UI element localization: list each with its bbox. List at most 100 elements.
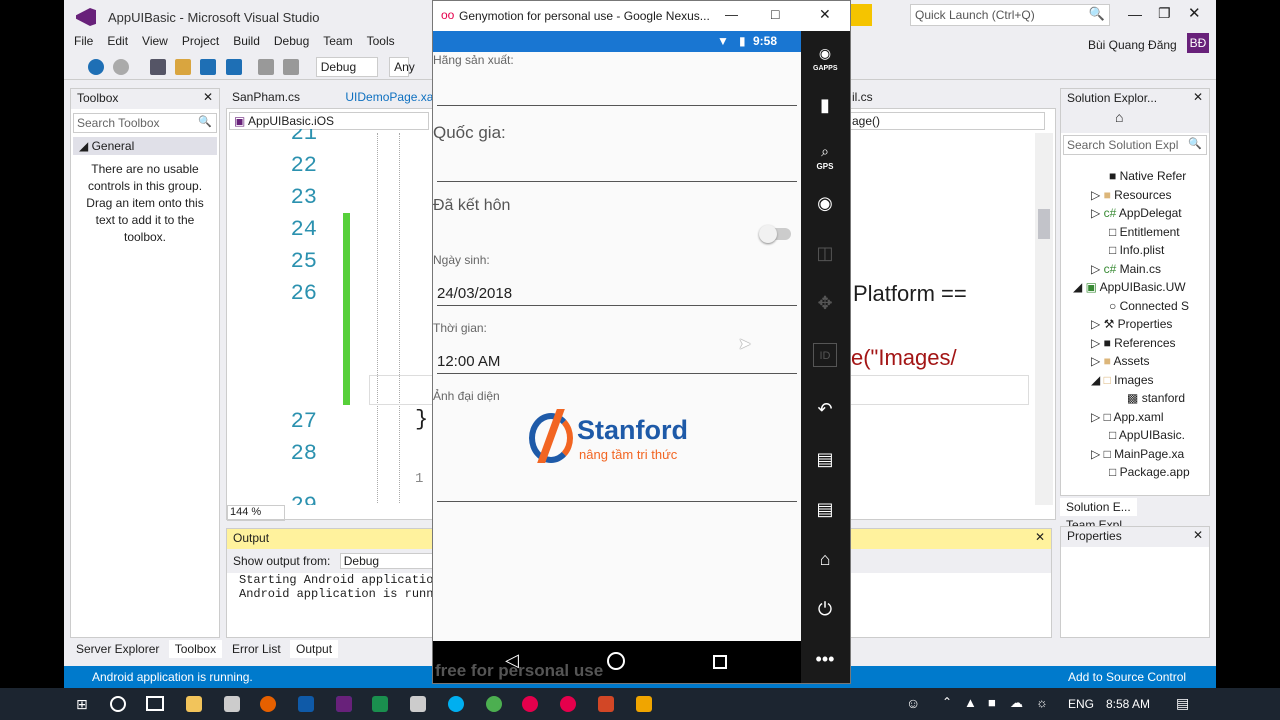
project-combo[interactable]: ▣ AppUIBasic.iOS [229,112,429,130]
app-icon[interactable] [636,696,652,712]
tree-item[interactable]: ◢ ▣ AppUIBasic.UW [1061,278,1199,297]
tree-item[interactable]: ▷ □ MainPage.xa [1061,445,1199,464]
id-icon[interactable]: ID [813,343,837,367]
manufacturer-input[interactable] [437,105,797,106]
close-icon[interactable]: ✕ [1035,530,1045,544]
tab-toolbox[interactable]: Toolbox [168,640,223,658]
recent-apps-icon[interactable]: ▤ [813,447,837,471]
minimize-button[interactable]: — [725,7,738,22]
tree-item[interactable]: ▷ ⚒ Properties [1061,315,1199,334]
menu-view[interactable]: View [142,34,168,48]
close-icon[interactable]: ✕ [203,90,213,104]
toolbox-search[interactable]: Search Toolbox 🔍 [73,113,217,133]
open-file-icon[interactable] [175,59,192,75]
tray-icon[interactable]: ▲ [964,695,977,710]
tree-item[interactable]: ▩ stanford [1061,389,1199,408]
battery-icon[interactable]: ▮ [813,93,837,117]
app-icon[interactable] [224,696,240,712]
back-icon[interactable]: ↶ [813,397,837,421]
tree-item[interactable]: ▷ ■ Resources [1061,186,1199,205]
task-view-icon[interactable] [146,696,164,711]
tree-item[interactable]: ▷ ■ Assets [1061,352,1199,371]
redo-icon[interactable] [283,59,300,75]
tree-item[interactable]: □ Info.plist [1061,241,1199,260]
editor-scrollbar[interactable] [1035,133,1053,505]
camtasia-icon[interactable] [372,696,388,712]
cortana-icon[interactable] [110,696,126,712]
taskbar-clock[interactable]: 8:58 AM [1106,697,1150,711]
restore-button[interactable]: ❐ [1158,5,1171,22]
close-icon[interactable]: ✕ [1193,90,1203,104]
minimize-button[interactable]: — [1128,6,1142,22]
home-icon[interactable]: ⌂ [1115,109,1123,125]
user-name[interactable]: Bùi Quang Đăng [1088,38,1177,52]
menu-team[interactable]: Team [323,34,352,48]
webcam-icon[interactable]: ◉ [813,191,837,215]
tray-chevron-icon[interactable]: ⌃ [942,695,952,709]
back-nav-icon[interactable]: ◁ [505,650,519,671]
close-button[interactable]: ✕ [1188,4,1201,22]
tab-error-list[interactable]: Error List [226,640,287,658]
input-language[interactable]: ENG [1068,697,1094,711]
tree-item[interactable]: ▷ ■ References [1061,334,1199,353]
tree-item[interactable]: ■ Native Refer [1061,167,1199,186]
tree-item[interactable]: ▷ c# Main.cs [1061,260,1199,279]
tray-icon[interactable]: ■ [988,695,996,710]
gapps-icon[interactable]: ◉ GAPPS [813,41,838,72]
config-combo[interactable]: Debug [315,57,378,77]
tree-item[interactable]: ◢ □ Images [1061,371,1199,390]
gps-icon[interactable]: ⌕ GPS [813,139,837,171]
scroll-thumb[interactable] [1038,209,1050,239]
mail-icon[interactable] [298,696,314,712]
source-control-button[interactable]: Add to Source Control [1068,670,1186,684]
undo-icon[interactable] [258,59,275,75]
save-all-icon[interactable] [225,59,242,75]
user-avatar[interactable]: BĐ [1187,33,1209,53]
tab-server-explorer[interactable]: Server Explorer [70,640,165,658]
toolbox-group-general[interactable]: ◢ General [73,137,217,155]
zoom-combo[interactable]: 144 % [227,505,285,521]
tree-item[interactable]: ▷ □ App.xaml [1061,408,1199,427]
chrome-icon[interactable] [486,696,502,712]
menu-edit[interactable]: Edit [107,34,128,48]
skype-icon[interactable] [448,696,464,712]
maximize-button[interactable]: □ [771,6,779,22]
app-icon[interactable] [410,696,426,712]
network-icon[interactable]: ☼ [1036,695,1048,710]
powerpoint-icon[interactable] [598,696,614,712]
save-icon[interactable] [200,59,217,75]
time-picker[interactable]: 12:00 AM [437,353,500,370]
people-icon[interactable]: ☺ [906,695,920,711]
start-icon[interactable]: ⊞ [76,696,88,713]
genymotion-device-icon[interactable] [560,696,576,712]
explorer-icon[interactable] [186,696,202,712]
solution-search[interactable]: Search Solution Expl 🔍 [1063,135,1207,155]
firefox-icon[interactable] [260,696,276,712]
tree-item[interactable]: □ Package.app [1061,463,1199,482]
back-icon[interactable] [88,59,104,75]
close-button[interactable]: ✕ [819,6,831,23]
tree-item[interactable]: ○ Connected S [1061,297,1199,316]
home-icon[interactable]: ⌂ [813,547,837,571]
tree-item[interactable]: □ Entitlement [1061,223,1199,242]
action-center-icon[interactable]: ▤ [1176,695,1189,712]
birth-date-picker[interactable]: 24/03/2018 [437,285,512,302]
menu-build[interactable]: Build [233,34,260,48]
tab-solution-explorer[interactable]: Solution E... [1060,498,1137,516]
married-switch[interactable] [759,225,791,243]
tree-item[interactable]: ▷ c# AppDelegat [1061,204,1199,223]
recents-nav-icon[interactable] [713,655,727,669]
tab-uidemopage[interactable]: UIDemoPage.xa [339,88,439,106]
home-nav-icon[interactable] [607,652,625,670]
menu-icon[interactable]: ▤ [813,497,837,521]
menu-debug[interactable]: Debug [274,34,309,48]
menu-tools[interactable]: Tools [367,34,395,48]
quick-launch-box[interactable]: Quick Launch (Ctrl+Q) 🔍 [910,4,1110,26]
close-icon[interactable]: ✕ [1193,528,1203,542]
onedrive-icon[interactable]: ☁ [1010,695,1023,711]
move-icon[interactable]: ✥ [813,291,837,315]
more-icon[interactable]: ••• [813,647,837,671]
tree-item[interactable]: □ AppUIBasic. [1061,426,1199,445]
tab-output[interactable]: Output [290,640,339,658]
menu-project[interactable]: Project [182,34,219,48]
